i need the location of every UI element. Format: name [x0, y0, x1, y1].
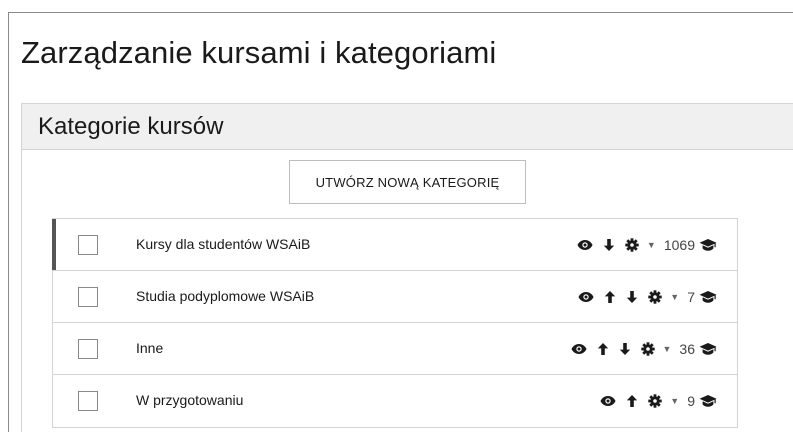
- create-category-button[interactable]: UTWÓRZ NOWĄ KATEGORIĘ: [289, 160, 526, 204]
- arrow-up-icon[interactable]: [626, 394, 638, 408]
- eye-icon[interactable]: [571, 343, 587, 355]
- gear-icon[interactable]: [625, 238, 639, 252]
- category-actions: ▼ 7: [568, 271, 717, 323]
- graduation-cap-icon: [699, 238, 717, 252]
- category-actions: ▼ 9: [590, 375, 717, 427]
- categories-panel: Kategorie kursów UTWÓRZ NOWĄ KATEGORIĘ K…: [21, 103, 793, 432]
- arrow-up-icon[interactable]: [604, 290, 616, 304]
- course-count: 7: [687, 289, 695, 305]
- eye-icon[interactable]: [578, 291, 594, 303]
- category-row[interactable]: Kursy dla studentów WSAiB ▼ 1069: [52, 219, 737, 271]
- gear-icon[interactable]: [648, 290, 662, 304]
- category-row[interactable]: Studia podyplomowe WSAiB ▼ 7: [53, 271, 737, 323]
- course-count: 1069: [663, 237, 695, 253]
- category-name-link[interactable]: Inne: [136, 340, 163, 356]
- graduation-cap-icon: [699, 342, 717, 356]
- page-title: Zarządzanie kursami i kategoriami: [21, 35, 497, 70]
- caret-down-icon[interactable]: ▼: [647, 240, 656, 250]
- caret-down-icon[interactable]: ▼: [663, 344, 672, 354]
- category-checkbox[interactable]: [78, 287, 98, 307]
- arrow-down-icon[interactable]: [603, 238, 615, 252]
- eye-icon[interactable]: [600, 395, 616, 407]
- gear-icon[interactable]: [640, 342, 655, 356]
- arrow-down-icon[interactable]: [626, 290, 638, 304]
- category-row[interactable]: Inne ▼ 36: [53, 323, 737, 375]
- category-name-link[interactable]: Studia podyplomowe WSAiB: [136, 288, 314, 304]
- category-actions: ▼ 36: [561, 323, 718, 375]
- category-actions: ▼ 1069: [567, 219, 717, 271]
- panel-header: Kategorie kursów: [22, 104, 793, 150]
- category-checkbox[interactable]: [78, 391, 98, 411]
- gear-icon[interactable]: [648, 394, 662, 408]
- category-checkbox[interactable]: [78, 235, 98, 255]
- category-list: Kursy dla studentów WSAiB ▼ 1069 Studia pod…: [52, 218, 738, 428]
- panel-title: Kategorie kursów: [38, 112, 224, 140]
- arrow-up-icon[interactable]: [597, 342, 609, 356]
- course-count: 9: [687, 393, 695, 409]
- graduation-cap-icon: [699, 290, 717, 304]
- course-count: 36: [679, 341, 695, 357]
- category-name-link[interactable]: W przygotowaniu: [136, 392, 243, 408]
- caret-down-icon[interactable]: ▼: [670, 292, 679, 302]
- category-checkbox[interactable]: [78, 339, 98, 359]
- graduation-cap-icon: [699, 394, 717, 408]
- category-row[interactable]: W przygotowaniu ▼ 9: [53, 375, 737, 427]
- content-frame: Zarządzanie kursami i kategoriami Katego…: [8, 12, 793, 432]
- category-name-link[interactable]: Kursy dla studentów WSAiB: [136, 236, 310, 252]
- arrow-down-icon[interactable]: [619, 342, 631, 356]
- eye-icon[interactable]: [577, 239, 593, 251]
- caret-down-icon[interactable]: ▼: [670, 396, 679, 406]
